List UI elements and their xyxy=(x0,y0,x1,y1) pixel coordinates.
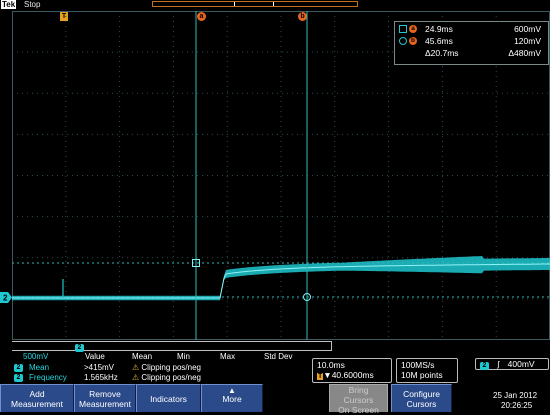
horizontal-position: T▼40.6000ms xyxy=(317,370,374,380)
run-state: Stop xyxy=(24,0,41,9)
square-icon xyxy=(399,25,407,33)
channel-2-badge: 2 xyxy=(75,344,84,352)
more-button[interactable]: ▲ More xyxy=(201,384,263,412)
channel-2-scale[interactable]: 2 500mV xyxy=(15,342,102,361)
measurement-status: ⚠ Clipping pos/neg xyxy=(132,363,202,372)
header-max: Max xyxy=(220,352,236,361)
date-time: 25 Jan 2012 20:26:25 xyxy=(493,391,537,411)
time: 20:26:25 xyxy=(501,401,533,410)
record-length: 10M points xyxy=(401,370,443,380)
horizontal-settings[interactable]: 10.0ms T▼40.6000ms xyxy=(312,358,392,383)
cursor-delta-voltage: Δ480mV xyxy=(508,48,541,58)
sample-rate: 100MS/s xyxy=(401,360,435,370)
record-view-window xyxy=(234,2,274,6)
cursor-delta-readout: Δ20.7ms Δ480mV xyxy=(399,48,545,59)
top-status-bar: Tek Stop xyxy=(0,0,550,11)
chevron-up-icon: ▲ xyxy=(228,386,236,395)
warning-icon: ⚠ xyxy=(132,363,140,372)
measurement-row-frequency[interactable]: 2 Frequency 1.565kHz ⚠ Clipping pos/neg xyxy=(12,373,312,383)
channel-badge: 2 xyxy=(14,364,23,372)
cursor-a-readout: a 24.9ms 600mV xyxy=(399,24,545,35)
measurement-name: Frequency xyxy=(29,373,67,382)
cursor-b-readout: b 45.6ms 120mV xyxy=(399,36,545,47)
add-measurement-button[interactable]: Add Measurement xyxy=(0,384,74,412)
remove-measurement-button[interactable]: Remove Measurement xyxy=(74,384,136,412)
header-mean: Mean xyxy=(132,352,153,361)
cursor-a-badge: a xyxy=(409,25,417,33)
record-view-strip xyxy=(152,1,358,7)
cursor-readout-panel: a 24.9ms 600mV b 45.6ms 120mV Δ20.7ms Δ4… xyxy=(394,21,549,65)
header-std-dev: Std Dev xyxy=(264,352,293,361)
measurement-row-mean[interactable]: 2 Mean >415mV ⚠ Clipping pos/neg xyxy=(12,363,312,373)
measurement-value: >415mV xyxy=(84,363,115,372)
cursor-b-voltage: 120mV xyxy=(514,36,541,46)
acquisition-settings[interactable]: 100MS/s 10M points xyxy=(396,358,458,383)
configure-cursors-button[interactable]: Configure Cursors xyxy=(391,384,452,412)
cursor-delta-time: Δ20.7ms xyxy=(425,48,459,58)
cursor-b-badge: b xyxy=(409,37,417,45)
date: 25 Jan 2012 xyxy=(493,391,538,400)
cursor-a-voltage: 600mV xyxy=(514,24,541,34)
warning-icon: ⚠ xyxy=(132,373,140,382)
measurement-name: Mean xyxy=(29,363,50,372)
cursor-a-time: 24.9ms xyxy=(425,24,453,34)
circle-icon xyxy=(399,37,407,45)
header-value: Value xyxy=(85,352,105,361)
rising-edge-icon: ʃ xyxy=(497,359,500,369)
indicators-button[interactable]: Indicators xyxy=(136,384,201,412)
header-min: Min xyxy=(177,352,190,361)
bring-cursors-on-screen-button[interactable]: Bring Cursors On Screen xyxy=(329,384,388,415)
trigger-level: 400mV xyxy=(507,359,535,369)
measurement-table: Value Mean Min Max Std Dev 2 Mean >415mV… xyxy=(12,352,312,384)
channel-badge: 2 xyxy=(14,374,23,382)
svg-text:2: 2 xyxy=(3,294,8,303)
brand-logo: Tek xyxy=(1,0,17,9)
trigger-source-badge: 2 xyxy=(480,362,489,370)
measurement-value: 1.565kHz xyxy=(84,373,118,382)
trigger-settings[interactable]: 2 ʃ 400mV xyxy=(475,358,549,370)
cursor-b-time: 45.6ms xyxy=(425,36,453,46)
measurement-status: ⚠ Clipping pos/neg xyxy=(132,373,202,382)
horizontal-scale: 10.0ms xyxy=(317,360,345,370)
channel-2-ground-marker[interactable]: 2 xyxy=(0,292,12,303)
